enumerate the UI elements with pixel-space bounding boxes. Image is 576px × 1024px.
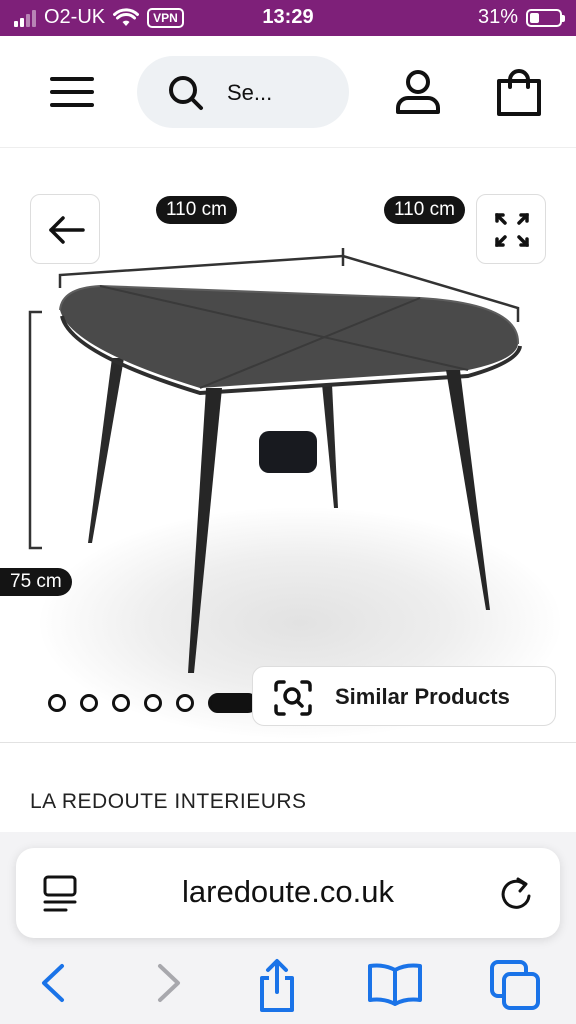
menu-button[interactable] (48, 72, 96, 112)
image-overlay-badge (259, 431, 317, 473)
search-icon (169, 76, 203, 110)
bookmarks-button[interactable] (366, 958, 424, 1008)
site-header: Se... (0, 36, 576, 148)
user-icon (396, 70, 440, 114)
carousel-indicators (48, 693, 258, 713)
chevron-right-icon (158, 964, 180, 1002)
tabs-icon (490, 960, 540, 1010)
browser-back-button[interactable] (30, 958, 80, 1008)
divider (0, 742, 576, 743)
product-image-gallery[interactable]: 110 cm 110 cm 75 cm Similar Products (0, 148, 576, 742)
carousel-dot[interactable] (48, 694, 66, 712)
account-button[interactable] (394, 68, 442, 116)
reload-icon[interactable] (498, 874, 536, 914)
carousel-dot[interactable] (208, 693, 258, 713)
tabs-button[interactable] (488, 958, 544, 1010)
arrow-left-icon (49, 216, 85, 244)
hamburger-icon (50, 77, 94, 107)
height-dimension-label: 75 cm (0, 568, 72, 596)
chevron-left-icon (42, 964, 64, 1002)
url-text: laredoute.co.uk (182, 874, 394, 909)
similar-products-button[interactable]: Similar Products (252, 666, 556, 726)
fullscreen-button[interactable] (476, 194, 546, 264)
search-input[interactable]: Se... (137, 56, 349, 128)
expand-icon (495, 213, 529, 247)
search-placeholder: Se... (227, 80, 273, 105)
address-bar[interactable]: laredoute.co.uk (16, 848, 560, 938)
shopping-bag-icon (497, 69, 541, 116)
similar-products-label: Similar Products (335, 684, 510, 709)
carousel-dot[interactable] (144, 694, 162, 712)
book-icon (368, 963, 422, 1006)
visual-search-icon (274, 680, 312, 716)
battery-icon (526, 8, 565, 27)
carousel-dot[interactable] (176, 694, 194, 712)
battery-percent: 31% (477, 6, 518, 28)
browser-forward-button[interactable] (142, 958, 192, 1008)
share-icon (260, 959, 294, 1012)
width-dimension-label: 110 cm (156, 196, 237, 224)
cart-button[interactable] (494, 68, 544, 118)
brand-name[interactable]: LA REDOUTE INTERIEURS (30, 790, 307, 814)
back-button[interactable] (30, 194, 100, 264)
depth-dimension-label: 110 cm (384, 196, 465, 224)
carousel-dot[interactable] (80, 694, 98, 712)
status-bar: O2-UK VPN 13:29 31% (0, 0, 576, 36)
share-button[interactable] (252, 958, 302, 1012)
carousel-dot[interactable] (112, 694, 130, 712)
browser-toolbar (0, 950, 576, 1024)
